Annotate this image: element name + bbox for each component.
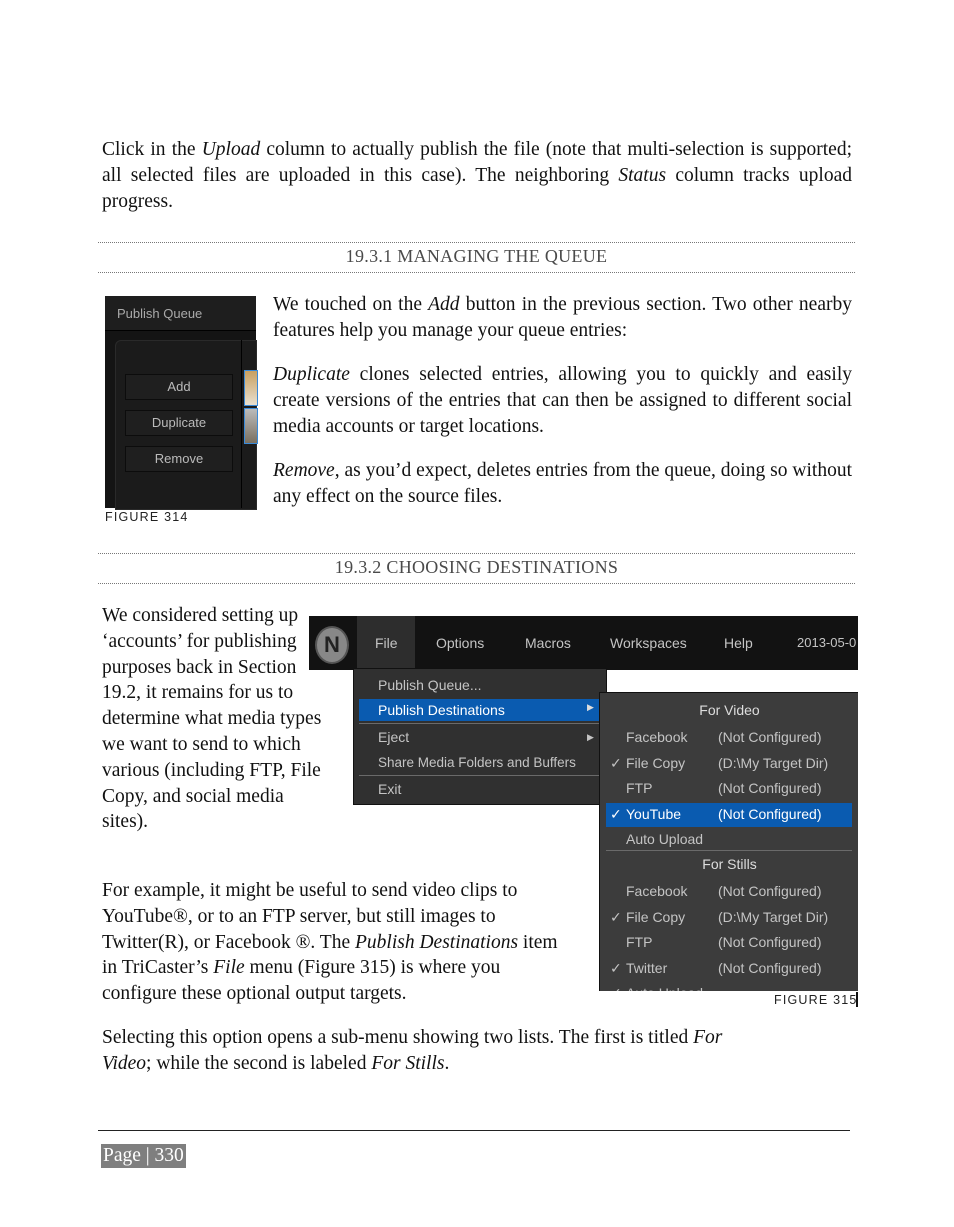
destination-label: Auto Upload bbox=[626, 831, 704, 848]
menu-help[interactable]: Help bbox=[724, 635, 753, 651]
remove-button[interactable]: Remove bbox=[125, 446, 233, 472]
destination-item-facebook[interactable]: Facebook (Not Configured) bbox=[600, 880, 858, 904]
date-display: 2013-05-0 bbox=[797, 635, 857, 650]
publish-queue-screenshot: Publish Queue Add Duplicate Remove bbox=[105, 296, 258, 510]
menu-workspaces[interactable]: Workspaces bbox=[610, 635, 687, 651]
destination-value: (Not Configured) bbox=[718, 934, 822, 951]
figure-caption: FIGURE 314 bbox=[105, 510, 189, 524]
document-page: Click in the Upload column to actually p… bbox=[0, 0, 954, 1227]
footer-rule bbox=[98, 1130, 850, 1131]
destination-value: (D:\My Target Dir) bbox=[718, 754, 829, 771]
duplicate-button[interactable]: Duplicate bbox=[125, 410, 233, 436]
destination-item-youtube[interactable]: ✓ YouTube (Not Configured) bbox=[606, 802, 852, 827]
page-number: Page | 330 bbox=[101, 1144, 186, 1168]
heading-rule bbox=[98, 583, 855, 584]
menu-item-publish-destinations[interactable]: Publish Destinations ▶ bbox=[359, 699, 600, 721]
destination-label: Facebook bbox=[626, 729, 688, 745]
destination-label: YouTube bbox=[626, 805, 682, 822]
menu-item-eject[interactable]: Eject bbox=[378, 729, 409, 745]
heading-rule bbox=[98, 553, 855, 554]
menu-macros[interactable]: Macros bbox=[525, 635, 571, 651]
panel-title: Publish Queue bbox=[117, 306, 203, 321]
paragraph: Selecting this option opens a sub-menu s… bbox=[102, 1027, 723, 1074]
paragraph: We touched on the Add button in the prev… bbox=[273, 294, 852, 341]
paragraph: Duplicate clones selected entries, allow… bbox=[273, 364, 852, 437]
section-heading: 19.3.1 MANAGING THE QUEUE bbox=[345, 246, 608, 266]
destination-item-ftp[interactable]: FTP (Not Configured) bbox=[600, 931, 858, 955]
file-dropdown: Publish Queue... Publish Destinations ▶ … bbox=[353, 668, 607, 805]
destination-item-ftp[interactable]: FTP (Not Configured) bbox=[600, 777, 858, 801]
heading-rule bbox=[98, 242, 855, 243]
figure-caption: FIGURE 315 bbox=[774, 993, 858, 1007]
checkmark-icon: ✓ bbox=[610, 959, 622, 976]
paragraph: Remove, as you’d expect, deletes entries… bbox=[273, 460, 852, 507]
intro-paragraph: Click in the Upload column to actually p… bbox=[102, 139, 852, 212]
publish-destinations-submenu: For Video For Stills Facebook (Not Config… bbox=[599, 692, 858, 991]
destination-label: File Copy bbox=[626, 908, 686, 925]
destination-value: (Not Configured) bbox=[718, 780, 822, 797]
menu-file[interactable]: File bbox=[375, 635, 398, 651]
destination-label: FTP bbox=[626, 934, 653, 951]
destination-label: Auto Upload bbox=[626, 985, 703, 991]
destination-label: Twitter bbox=[626, 959, 668, 976]
destination-label: FTP bbox=[626, 780, 653, 797]
menu-options[interactable]: Options bbox=[436, 635, 484, 651]
destination-value: (Not Configured) bbox=[718, 959, 822, 976]
destination-label: File Copy bbox=[626, 754, 686, 771]
destination-item-auto-upload[interactable]: Auto Upload bbox=[600, 828, 858, 852]
destination-item-twitter[interactable]: ✓ Twitter (Not Configured) bbox=[600, 957, 858, 981]
destination-item-facebook[interactable]: Facebook (Not Configured) bbox=[600, 726, 858, 750]
destination-item-file-copy[interactable]: ✓ File Copy (D:\My Target Dir) bbox=[600, 752, 858, 776]
newtek-logo-icon: N bbox=[315, 626, 349, 664]
destination-value: (Not Configured) bbox=[718, 883, 822, 899]
menu-item-exit[interactable]: Exit bbox=[378, 781, 401, 797]
menu-item-publish-queue[interactable]: Publish Queue... bbox=[378, 677, 482, 693]
checkmark-icon: ✓ bbox=[610, 754, 622, 771]
destination-value: (Not Configured) bbox=[718, 729, 822, 745]
checkmark-icon: ✓ bbox=[610, 985, 622, 991]
add-button[interactable]: Add bbox=[125, 374, 233, 400]
destination-item-auto-upload[interactable]: ✓ Auto Upload bbox=[600, 982, 858, 991]
menu-item-share-media[interactable]: Share Media Folders and Buffers bbox=[378, 755, 576, 770]
destination-label: Facebook bbox=[626, 883, 688, 899]
destination-value: (Not Configured) bbox=[718, 805, 822, 822]
file-menu-screenshot: N File Options Macros Workspaces Help 20… bbox=[309, 616, 858, 991]
submenu-arrow-icon: ▶ bbox=[587, 732, 594, 742]
destination-value: (D:\My Target Dir) bbox=[718, 908, 829, 925]
for-video-header: For Video bbox=[699, 702, 760, 718]
section-heading: 19.3.2 CHOOSING DESTINATIONS bbox=[334, 557, 619, 577]
checkmark-icon: ✓ bbox=[610, 908, 622, 925]
heading-rule bbox=[98, 272, 855, 273]
paragraph: We considered setting up ‘accounts’ for … bbox=[102, 605, 322, 833]
for-stills-header: For Stills bbox=[702, 856, 757, 872]
destination-item-file-copy[interactable]: ✓ File Copy (D:\My Target Dir) bbox=[600, 906, 858, 930]
submenu-arrow-icon: ▶ bbox=[587, 702, 594, 712]
checkmark-icon: ✓ bbox=[610, 805, 622, 822]
